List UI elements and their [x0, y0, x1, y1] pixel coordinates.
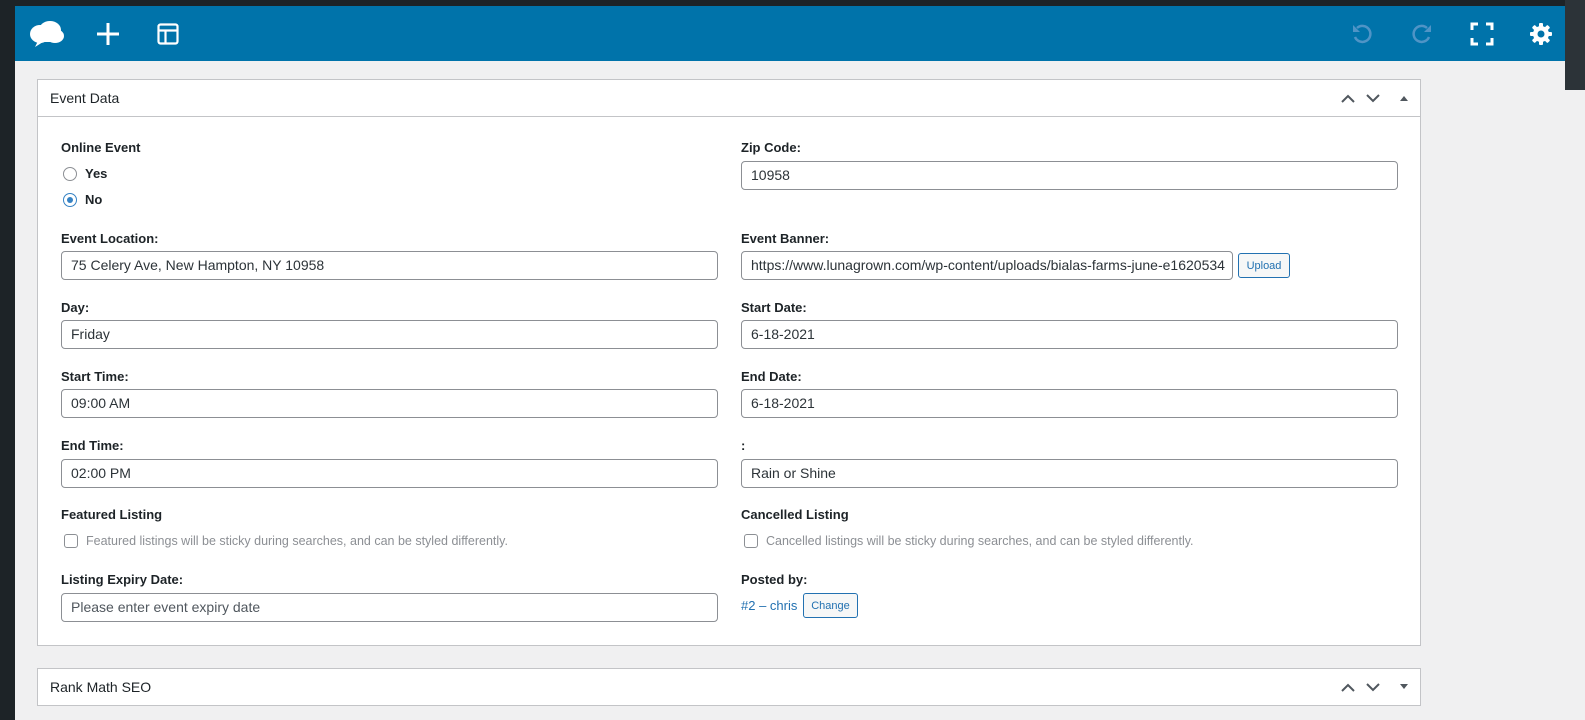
event-banner-input[interactable]: https://www.lunagrown.com/wp-content/upl…	[741, 251, 1233, 280]
chevron-down-icon[interactable]	[1363, 88, 1383, 108]
expiry-label: Listing Expiry Date:	[61, 572, 184, 587]
rank-math-seo-panel: Rank Math SEO	[37, 668, 1421, 706]
posted-by-user-link[interactable]: #2 – chris	[741, 598, 797, 613]
radio-no[interactable]	[63, 192, 77, 207]
panel-title: Rank Math SEO	[50, 679, 152, 695]
chevron-up-icon[interactable]	[1338, 88, 1358, 108]
fullscreen-icon[interactable]	[1460, 6, 1504, 61]
event-data-panel-header[interactable]: Event Data	[38, 80, 1420, 117]
event-location-label: Event Location:	[61, 231, 159, 246]
cloud-logo-icon[interactable]	[25, 6, 69, 61]
cancelled-listing-checkbox[interactable]	[744, 534, 758, 548]
start-time-label: Start Time:	[61, 369, 129, 384]
radio-yes-label: Yes	[85, 166, 108, 181]
online-event-label: Online Event	[61, 140, 141, 155]
change-author-button[interactable]: Change	[803, 593, 858, 618]
end-date-label: End Date:	[741, 369, 802, 384]
end-date-input[interactable]: 6-18-2021	[741, 389, 1398, 418]
online-event-yes[interactable]: Yes	[63, 166, 107, 181]
featured-listing-checkbox-row[interactable]: Featured listings will be sticky during …	[64, 534, 508, 548]
day-label: Day:	[61, 300, 90, 315]
chevron-down-icon[interactable]	[1363, 677, 1383, 697]
radio-yes[interactable]	[63, 166, 77, 181]
admin-sidebar-edge	[0, 0, 15, 720]
gear-icon[interactable]	[1519, 6, 1563, 61]
plus-icon[interactable]	[86, 6, 130, 61]
editor-toolbar	[15, 6, 1565, 61]
panel-title: Event Data	[50, 90, 120, 106]
start-date-input[interactable]: 6-18-2021	[741, 320, 1398, 349]
expiry-date-input[interactable]: Please enter event expiry date	[61, 593, 718, 622]
online-event-no[interactable]: No	[63, 192, 102, 207]
upload-button[interactable]: Upload	[1238, 253, 1290, 278]
end-time-input[interactable]: 02:00 PM	[61, 459, 718, 488]
cancelled-listing-label: Cancelled Listing	[741, 507, 849, 522]
start-time-input[interactable]: 09:00 AM	[61, 389, 718, 418]
radio-no-label: No	[85, 192, 103, 207]
undo-icon[interactable]	[1340, 6, 1384, 61]
end-time-label: End Time:	[61, 438, 124, 453]
redo-icon[interactable]	[1400, 6, 1444, 61]
layout-icon[interactable]	[146, 6, 190, 61]
posted-by-label: Posted by:	[741, 572, 808, 587]
featured-listing-label: Featured Listing	[61, 507, 163, 522]
featured-listing-description: Featured listings will be sticky during …	[86, 534, 508, 548]
extra-field-label: :	[741, 438, 746, 453]
cancelled-listing-description: Cancelled listings will be sticky during…	[766, 534, 1194, 548]
cancelled-listing-checkbox-row[interactable]: Cancelled listings will be sticky during…	[744, 534, 1194, 548]
extra-field-input[interactable]: Rain or Shine	[741, 459, 1398, 488]
zip-code-input[interactable]: 10958	[741, 161, 1398, 190]
event-location-input[interactable]: 75 Celery Ave, New Hampton, NY 10958	[61, 251, 718, 280]
zip-code-label: Zip Code:	[741, 140, 801, 155]
day-input[interactable]: Friday	[61, 320, 718, 349]
chevron-up-icon[interactable]	[1338, 677, 1358, 697]
rank-math-panel-header[interactable]: Rank Math SEO	[38, 669, 1420, 705]
featured-listing-checkbox[interactable]	[64, 534, 78, 548]
expand-toggle-icon[interactable]	[1394, 677, 1414, 697]
event-banner-label: Event Banner:	[741, 231, 830, 246]
collapse-toggle-icon[interactable]	[1394, 88, 1414, 108]
window-right-edge	[1565, 0, 1585, 90]
start-date-label: Start Date:	[741, 300, 807, 315]
